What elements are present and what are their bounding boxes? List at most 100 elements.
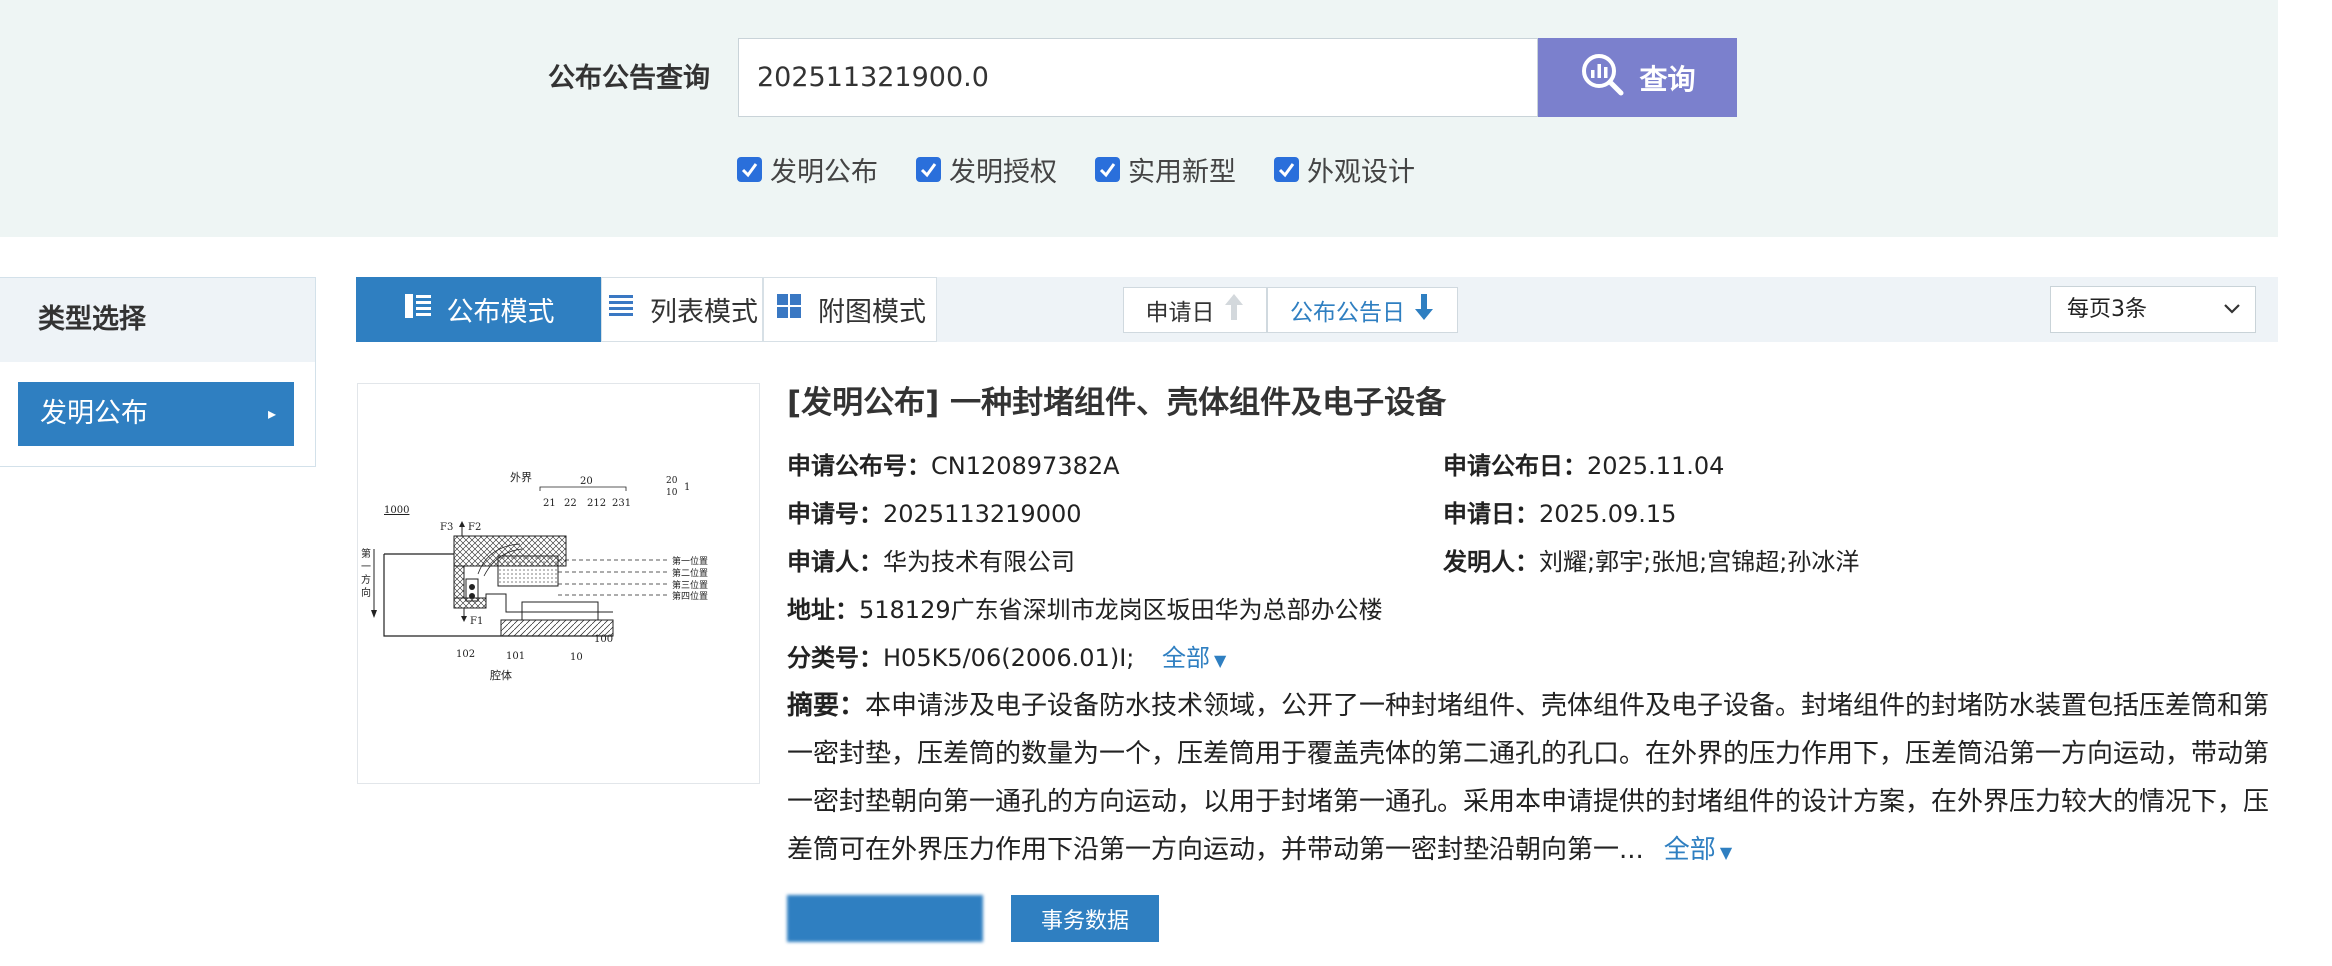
checkbox-utility-model[interactable]: 实用新型	[1095, 150, 1236, 189]
address: 地址：518129广东省深圳市龙岗区坂田华为总部办公楼	[787, 593, 1383, 627]
figure-label: 第一位置	[672, 555, 708, 567]
tab-label: 公布模式	[446, 297, 555, 328]
publish-mode-icon	[403, 291, 433, 328]
figure-label: 10	[570, 652, 583, 663]
field-key: 申请公布日：	[1443, 452, 1587, 480]
checkbox-checked-icon[interactable]	[916, 156, 941, 182]
sort-by-publication-date[interactable]: 公布公告日	[1267, 287, 1458, 333]
figure-label: 第四位置	[672, 590, 708, 602]
search-input[interactable]	[738, 38, 1538, 117]
arrow-down-icon	[1413, 292, 1435, 328]
figure-label: 外界	[510, 471, 532, 484]
checkbox-label: 发明授权	[949, 156, 1057, 188]
tab-label: 列表模式	[650, 297, 758, 328]
tab-figure-mode[interactable]: 附图模式	[763, 277, 937, 342]
figure-label: 102	[456, 649, 475, 660]
figure-label: 212	[587, 498, 606, 509]
figure-label: 向	[361, 586, 371, 599]
figure-label: 20	[580, 476, 593, 487]
figure-label: 1000	[384, 505, 409, 516]
checkbox-label: 发明公布	[770, 156, 878, 188]
field-value: H05K5/06(2006.01)I;	[883, 644, 1135, 672]
classification-more-link[interactable]: 全部 ▼	[1162, 644, 1226, 672]
per-page-value: 每页3条	[2067, 297, 2147, 322]
tab-label: 附图模式	[818, 297, 926, 328]
result-title[interactable]: [发明公布] 一种封堵组件、壳体组件及电子设备	[787, 381, 1446, 425]
more-label: 全部	[1663, 835, 1716, 865]
checkbox-checked-icon[interactable]	[737, 156, 762, 182]
sort-by-application-date[interactable]: 申请日	[1123, 287, 1267, 333]
field-key: 申请日：	[1443, 500, 1539, 528]
view-toolbar: 公布模式 列表模式 附图模式 申请日 公布公告日 每页3条	[356, 277, 2278, 342]
applicant: 申请人：华为技术有限公司	[787, 545, 1075, 579]
caret-down-icon: ▼	[1214, 651, 1227, 670]
tab-list-mode[interactable]: 列表模式	[601, 277, 763, 342]
abstract-line: 差筒可在外界压力作用下沿第一方向运动，并带动第一密封垫沿朝向第一... 全部 ▼	[787, 826, 2269, 874]
field-value: 2025.11.04	[1587, 452, 1725, 480]
type-select-title: 类型选择	[0, 278, 315, 362]
field-value: 刘耀;郭宇;张旭;宫锦超;孙冰洋	[1539, 548, 1860, 576]
abstract-more-link[interactable]: 全部 ▼	[1664, 835, 1732, 865]
abstract: 摘要：本申请涉及电子设备防水技术领域，公开了一种封堵组件、壳体组件及电子设备。封…	[787, 682, 2269, 874]
caret-down-icon: ▼	[1719, 843, 1733, 862]
checkbox-label: 实用新型	[1128, 156, 1236, 188]
abstract-text: 本申请涉及电子设备防水技术领域，公开了一种封堵组件、壳体组件及电子设备。封堵组件…	[865, 691, 2270, 721]
type-select-panel: 类型选择 发明公布 ▸	[0, 277, 316, 467]
sort-label: 公布公告日	[1290, 300, 1405, 326]
checkbox-invention-grant[interactable]: 发明授权	[916, 150, 1057, 189]
field-key: 发明人：	[1443, 548, 1539, 576]
field-key: 申请号：	[787, 500, 883, 528]
figure-label: 22	[564, 498, 577, 509]
tab-publish-mode[interactable]: 公布模式	[356, 277, 601, 342]
publication-date: 申请公布日：2025.11.04	[1443, 449, 1724, 483]
field-key: 地址：	[787, 596, 859, 624]
application-date: 申请日：2025.09.15	[1443, 497, 1676, 531]
figure-label: F3	[440, 522, 453, 533]
classification: 分类号：H05K5/06(2006.01)I; 全部 ▼	[787, 641, 1226, 675]
field-key: 申请人：	[787, 548, 883, 576]
field-value: 2025.09.15	[1539, 500, 1677, 528]
checkbox-invention-publication[interactable]: 发明公布	[737, 150, 878, 189]
abstract-line: 一密封垫朝向第一通孔的方向运动，以用于封堵第一通孔。采用本申请提供的封堵组件的设…	[787, 787, 2270, 817]
checkbox-checked-icon[interactable]	[1274, 156, 1299, 182]
sort-label: 申请日	[1145, 300, 1215, 326]
inventors: 发明人：刘耀;郭宇;张旭;宫锦超;孙冰洋	[1443, 545, 1859, 579]
search-label: 公布公告查询	[548, 63, 710, 94]
more-label: 全部	[1162, 644, 1210, 672]
abstract-line: 一密封垫，压差筒的数量为一个，压差筒用于覆盖壳体的第二通孔的孔口。在外界的压力作…	[787, 739, 2270, 769]
checkbox-design[interactable]: 外观设计	[1274, 150, 1415, 189]
sidebar-item-label: 发明公布	[40, 398, 148, 429]
abstract-text: 差筒可在外界压力作用下沿第一方向运动，并带动第一密封垫沿朝向第一...	[787, 835, 1644, 865]
figure-label: 231	[612, 498, 631, 509]
publication-number: 申请公布号：CN120897382A	[787, 449, 1120, 483]
detail-button[interactable]	[787, 895, 983, 942]
figure-label: 腔体	[490, 668, 512, 682]
search-icon	[1579, 51, 1625, 104]
checkbox-label: 外观设计	[1307, 156, 1415, 188]
field-value: CN120897382A	[931, 452, 1120, 480]
figure-label: F1	[470, 616, 483, 627]
field-value: 518129广东省深圳市龙岗区坂田华为总部办公楼	[859, 596, 1383, 624]
field-key: 分类号：	[787, 644, 883, 672]
checkbox-checked-icon[interactable]	[1095, 156, 1120, 182]
field-value: 华为技术有限公司	[883, 548, 1075, 576]
abstract-key: 摘要：	[787, 691, 866, 721]
figure-label: 第	[361, 547, 371, 560]
figure-label: 100	[594, 634, 613, 645]
figure-label: 10	[666, 488, 678, 498]
arrow-up-icon	[1223, 292, 1245, 328]
caret-right-icon: ▸	[267, 404, 276, 423]
field-key: 申请公布号：	[787, 452, 931, 480]
figure-label: 第二位置	[672, 567, 708, 579]
per-page-select[interactable]: 每页3条	[2050, 286, 2256, 333]
sidebar-item-invention-publication[interactable]: 发明公布 ▸	[18, 382, 294, 446]
transaction-data-button[interactable]: 事务数据	[1011, 895, 1159, 942]
figure-label: 1	[684, 482, 690, 493]
search-button[interactable]: 查询	[1538, 38, 1737, 117]
chevron-down-icon	[2224, 304, 2240, 314]
figure-label: 101	[506, 651, 525, 662]
grid-icon	[774, 291, 804, 328]
field-value: 2025113219000	[883, 500, 1082, 528]
patent-figure-thumbnail[interactable]: 外界 20 21 22 212 231 20 10 1 1000 F3 F2 第…	[357, 383, 760, 784]
list-icon	[606, 291, 636, 328]
